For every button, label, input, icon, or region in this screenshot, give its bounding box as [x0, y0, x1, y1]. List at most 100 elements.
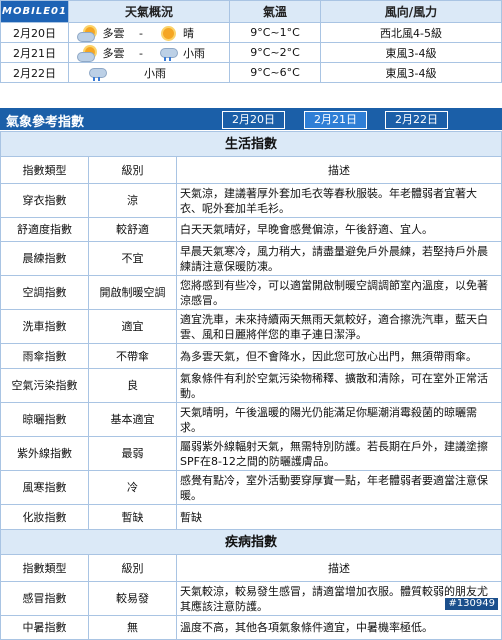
index-table: 生活指數 指數類型 級別 描述 穿衣指數 涼 天氣涼，建議著厚外套加毛衣等春秋服…: [0, 131, 502, 640]
index-desc: 您將感到有些冷，可以適當開啟制暖空調調節室內溫度，以免著涼感冒。: [176, 275, 502, 310]
forecast-wind: 西北風4-5級: [320, 22, 502, 43]
temp-header: 氣溫: [229, 0, 321, 23]
index-level: 涼: [88, 183, 177, 218]
index-type: 洗車指數: [0, 309, 89, 344]
index-desc: 早晨天氣寒冷，風力稍大，請盡量避免戶外晨練，若堅持戶外晨練請注意保暖防凍。: [176, 241, 502, 276]
col-desc-header: 描述: [176, 554, 502, 582]
index-row: 中暑指數 無 溫度不高，其他各項氣象條件適宜，中暑機率極低。: [0, 615, 502, 640]
index-row: 紫外線指數 最弱 屬弱紫外線輻射天氣，無需特別防護。若長期在戶外，建議塗擦SPF…: [0, 436, 502, 471]
forecast-weather: 小雨: [68, 62, 230, 83]
index-desc: 為多雲天氣，但不會降水，因此您可放心出門，無須帶雨傘。: [176, 343, 502, 369]
forecast-wind: 東風3-4級: [320, 42, 502, 63]
date-tab-feb22[interactable]: 2月22日: [385, 111, 448, 129]
index-type: 中暑指數: [0, 615, 89, 640]
index-level: 不宜: [88, 241, 177, 276]
index-level: 開啟制暖空調: [88, 275, 177, 310]
light-rain-icon: [87, 67, 109, 81]
index-type: 晾曬指數: [0, 402, 89, 437]
weather-end: 晴: [183, 26, 194, 40]
forecast-wind: 東風3-4級: [320, 62, 502, 83]
index-level: 較舒適: [88, 217, 177, 242]
index-row: 化妝指數 暫缺 暫缺: [0, 504, 502, 530]
col-level-header: 級別: [88, 554, 177, 582]
index-type: 空調指數: [0, 275, 89, 310]
sun-icon: [158, 27, 180, 41]
index-type: 感冒指數: [0, 581, 89, 616]
index-level: 不帶傘: [88, 343, 177, 369]
mobile01-logo[interactable]: MOBILE01: [1, 6, 68, 17]
date-tab-feb21[interactable]: 2月21日: [304, 111, 367, 129]
reference-index-title: 氣象參考指數: [6, 115, 85, 130]
index-level: 暫缺: [88, 504, 177, 530]
index-desc: 白天天氣晴好，早晚會感覺偏涼，午後舒適、宜人。: [176, 217, 502, 242]
forecast-temp: 9°C~6°C: [229, 62, 321, 83]
index-level: 良: [88, 368, 177, 403]
forecast-temp: 9°C~2°C: [229, 42, 321, 63]
weather-start: 多雲: [102, 46, 125, 60]
col-type-header: 指數類型: [0, 156, 89, 184]
forecast-row: 2月20日 多雲 - 晴 9°C~1°C 西北風4-5級: [0, 22, 502, 43]
weather-separator: -: [139, 26, 143, 40]
forecast-date: 2月20日: [0, 22, 69, 43]
index-type: 舒適度指數: [0, 217, 89, 242]
logo-cell: MOBILE01: [0, 0, 69, 23]
index-desc: 溫度不高，其他各項氣象條件適宜，中暑機率極低。: [176, 615, 502, 640]
reference-index-header: 氣象參考指數 2月20日 2月21日 2月22日: [0, 108, 502, 130]
col-desc-header: 描述: [176, 156, 502, 184]
wind-header: 風向/風力: [320, 0, 502, 23]
index-type: 穿衣指數: [0, 183, 89, 218]
light-rain-icon: [158, 47, 180, 61]
column-header-row: 指數類型 級別 描述: [0, 554, 502, 582]
forecast-temp: 9°C~1°C: [229, 22, 321, 43]
index-row: 空調指數 開啟制暖空調 您將感到有些冷，可以適當開啟制暖空調調節室內溫度，以免著…: [0, 275, 502, 310]
section-header-life: 生活指數: [0, 131, 502, 157]
index-type: 紫外線指數: [0, 436, 89, 471]
forecast-row: 2月21日 多雲 - 小雨 9°C~2°C 東風3-4級: [0, 42, 502, 63]
forecast-table: MOBILE01 天氣概況 氣溫 風向/風力 2月20日 多雲 - 晴 9°C~…: [0, 0, 502, 83]
index-row: 洗車指數 適宜 適宜洗車，未來持續兩天無雨天氣較好，適合擦洗汽車，藍天白雲、風和…: [0, 309, 502, 344]
index-desc: 感覺有點冷，室外活動要穿厚實一點，年老體弱者要適當注意保暖。: [176, 470, 502, 505]
index-row: 風寒指數 冷 感覺有點冷，室外活動要穿厚實一點，年老體弱者要適當注意保暖。: [0, 470, 502, 505]
index-desc: 天氣涼，建議著厚外套加毛衣等春秋服裝。年老體弱者宜著大衣、呢外套加羊毛衫。: [176, 183, 502, 218]
index-level: 無: [88, 615, 177, 640]
index-level: 適宜: [88, 309, 177, 344]
col-type-header: 指數類型: [0, 554, 89, 582]
life-section-title: 生活指數: [0, 131, 502, 157]
forecast-weather: 多雲 - 晴: [68, 22, 230, 43]
index-type: 晨練指數: [0, 241, 89, 276]
column-header-row: 指數類型 級別 描述: [0, 156, 502, 184]
date-tab-feb20[interactable]: 2月20日: [222, 111, 285, 129]
index-level: 較易發: [88, 581, 177, 616]
index-row: 空氣污染指數 良 氣象條件有利於空氣污染物稀釋、擴散和清除，可在室外正常活動。: [0, 368, 502, 403]
col-level-header: 級別: [88, 156, 177, 184]
index-level: 基本適宜: [88, 402, 177, 437]
weather-separator: -: [139, 46, 143, 60]
forecast-date: 2月21日: [0, 42, 69, 63]
index-level: 冷: [88, 470, 177, 505]
forecast-weather: 多雲 - 小雨: [68, 42, 230, 63]
index-row: 晨練指數 不宜 早晨天氣寒冷，風力稍大，請盡量避免戶外晨練，若堅持戶外晨練請注意…: [0, 241, 502, 276]
index-row: 穿衣指數 涼 天氣涼，建議著厚外套加毛衣等春秋服裝。年老體弱者宜著大衣、呢外套加…: [0, 183, 502, 218]
forecast-row: 2月22日 小雨 9°C~6°C 東風3-4級: [0, 62, 502, 83]
index-type: 化妝指數: [0, 504, 89, 530]
index-desc: 適宜洗車，未來持續兩天無雨天氣較好，適合擦洗汽車，藍天白雲、風和日麗將伴您的車子…: [176, 309, 502, 344]
index-type: 雨傘指數: [0, 343, 89, 369]
index-row: 晾曬指數 基本適宜 天氣晴明，午後溫暖的陽光仍能滿足你驅潮消霉殺菌的晾曬需求。: [0, 402, 502, 437]
index-row: 感冒指數 較易發 天氣較涼，較易發生感冒，請適當增加衣服。體質較弱的朋友尤其應該…: [0, 581, 502, 616]
forecast-date: 2月22日: [0, 62, 69, 83]
weather-end: 小雨: [144, 66, 166, 80]
index-type: 風寒指數: [0, 470, 89, 505]
weather-header: 天氣概況: [68, 0, 230, 23]
index-desc: 天氣晴明，午後溫暖的陽光仍能滿足你驅潮消霉殺菌的晾曬需求。: [176, 402, 502, 437]
cloudy-sun-icon: [77, 46, 99, 62]
weather-end: 小雨: [183, 46, 205, 60]
weather-start: 多雲: [102, 26, 125, 40]
watermark: #130949: [445, 598, 498, 610]
section-header-disease: 疾病指數: [0, 529, 502, 555]
index-row: 雨傘指數 不帶傘 為多雲天氣，但不會降水，因此您可放心出門，無須帶雨傘。: [0, 343, 502, 369]
index-level: 最弱: [88, 436, 177, 471]
index-type: 空氣污染指數: [0, 368, 89, 403]
index-desc: 氣象條件有利於空氣污染物稀釋、擴散和清除，可在室外正常活動。: [176, 368, 502, 403]
cloudy-sun-icon: [77, 26, 99, 42]
forecast-panel: MOBILE01 天氣概況 氣溫 風向/風力 2月20日 多雲 - 晴 9°C~…: [0, 0, 502, 103]
